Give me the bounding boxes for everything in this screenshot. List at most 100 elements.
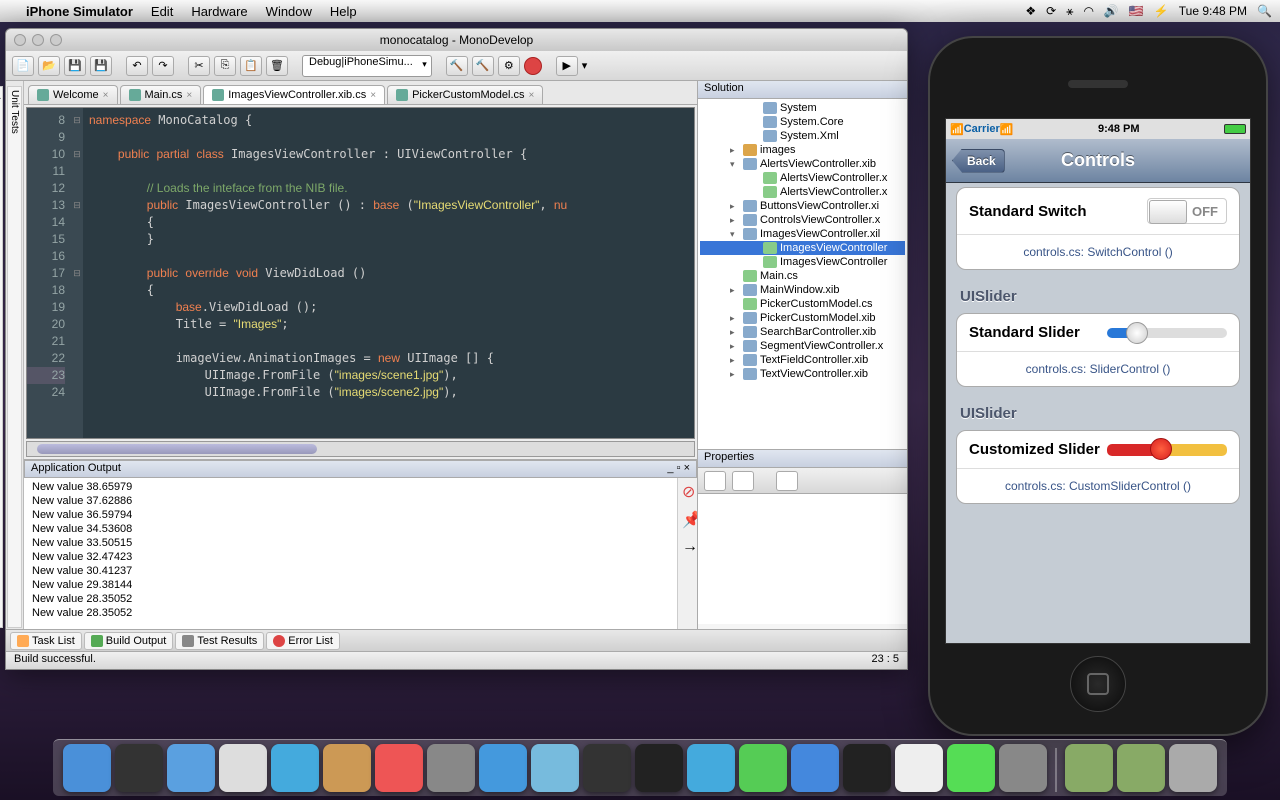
window-titlebar[interactable]: monocatalog - MonoDevelop (6, 29, 907, 51)
tree-item[interactable]: ImagesViewController (700, 241, 905, 255)
save-button[interactable]: 💾 (64, 56, 86, 76)
close-button[interactable] (14, 34, 26, 46)
editor-tab[interactable]: Welcome× (28, 85, 118, 104)
dock-app-frontrow[interactable] (635, 744, 683, 792)
expand-icon[interactable]: ▸ (730, 327, 740, 338)
dock-app-xcode[interactable] (687, 744, 735, 792)
expand-icon[interactable]: ▸ (730, 201, 740, 212)
volume-icon[interactable]: 🔊 (1104, 4, 1119, 18)
dock-app-timemachine[interactable] (739, 744, 787, 792)
output-arrow-icon[interactable]: → (678, 534, 697, 560)
slider-control[interactable] (1107, 328, 1227, 338)
custom-slider-control[interactable] (1107, 444, 1227, 456)
time-machine-icon[interactable]: ⟳ (1046, 4, 1056, 18)
slider-thumb[interactable] (1126, 322, 1148, 344)
run-button[interactable]: ⚙ (498, 56, 520, 76)
dock-app-mail[interactable] (167, 744, 215, 792)
editor-tab[interactable]: PickerCustomModel.cs× (387, 85, 543, 104)
test-results-tab[interactable]: Test Results (175, 632, 264, 650)
tree-item[interactable]: ▸TextViewController.xib (700, 367, 905, 381)
expand-icon[interactable]: ▸ (730, 215, 740, 226)
tree-item[interactable]: System.Xml (700, 129, 905, 143)
dock-app-addressbook[interactable] (323, 744, 371, 792)
code-content[interactable]: namespace MonoCatalog { public partial c… (83, 108, 694, 438)
home-button[interactable] (1070, 656, 1126, 712)
expand-icon[interactable]: ▸ (730, 285, 740, 296)
dock-app-itunes[interactable] (479, 744, 527, 792)
tree-item[interactable]: ▸PickerCustomModel.xib (700, 311, 905, 325)
menu-window[interactable]: Window (266, 4, 312, 19)
dock-app-safari[interactable] (219, 744, 267, 792)
expand-icon[interactable]: ▸ (730, 313, 740, 324)
dock-app-dashboard[interactable] (115, 744, 163, 792)
ios-table-view[interactable]: Standard SwitchOFFcontrols.cs: SwitchCon… (946, 183, 1250, 643)
save-all-button[interactable]: 💾 (90, 56, 112, 76)
tree-item[interactable]: ▸TextFieldController.xib (700, 353, 905, 367)
menu-help[interactable]: Help (330, 4, 357, 19)
prop-categorized-button[interactable] (704, 471, 726, 491)
tree-item[interactable]: ▸SearchBarController.xib (700, 325, 905, 339)
close-tab-icon[interactable]: × (370, 90, 376, 101)
unit-tests-tab[interactable]: Unit Tests (7, 86, 22, 628)
menu-edit[interactable]: Edit (151, 4, 173, 19)
prop-events-button[interactable] (776, 471, 798, 491)
copy-button[interactable]: ⎘ (214, 56, 236, 76)
build-button[interactable]: 🔨 (446, 56, 468, 76)
output-minimize-icon[interactable]: _ (667, 462, 673, 476)
tree-item[interactable]: ▸MainWindow.xib (700, 283, 905, 297)
task-list-tab[interactable]: Task List (10, 632, 82, 650)
slider-thumb[interactable] (1150, 438, 1172, 460)
dock-downloads[interactable] (1117, 744, 1165, 792)
dock-app-photobooth[interactable] (583, 744, 631, 792)
open-button[interactable]: 📂 (38, 56, 60, 76)
debug-button[interactable]: ▶ (556, 56, 578, 76)
dock-app-xcode2[interactable] (791, 744, 839, 792)
editor-h-scrollbar[interactable] (26, 441, 695, 457)
expand-icon[interactable]: ▸ (730, 145, 740, 156)
dock-folder[interactable] (1065, 744, 1113, 792)
output-pin-icon[interactable]: 📌 (678, 506, 697, 534)
solution-tree[interactable]: SystemSystem.CoreSystem.Xml▸images▾Alert… (698, 99, 907, 449)
menu-hardware[interactable]: Hardware (191, 4, 247, 19)
dock-trash[interactable] (1169, 744, 1217, 792)
tree-item[interactable]: AlertsViewController.x (700, 171, 905, 185)
dock-app-preview[interactable] (427, 744, 475, 792)
output-dock-icon[interactable]: ▫ (677, 462, 681, 476)
close-tab-icon[interactable]: × (103, 90, 109, 101)
expand-icon[interactable]: ▾ (730, 229, 740, 240)
expand-icon[interactable]: ▸ (730, 341, 740, 352)
switch-control[interactable]: OFF (1147, 198, 1227, 224)
tree-item[interactable]: ImagesViewController (700, 255, 905, 269)
stop-button[interactable] (524, 57, 542, 75)
dock-app-settings[interactable] (999, 744, 1047, 792)
dock-app-textedit[interactable] (895, 744, 943, 792)
dock-app-movie[interactable] (531, 744, 579, 792)
fold-gutter[interactable]: ⊟ ⊟ ⊟ ⊟ (71, 108, 83, 438)
tree-item[interactable]: ▸SegmentViewController.x (700, 339, 905, 353)
app-name[interactable]: iPhone Simulator (26, 4, 133, 19)
tree-item[interactable]: ▸ButtonsViewController.xi (700, 199, 905, 213)
properties-grid[interactable] (698, 494, 907, 624)
tree-item[interactable]: ▾AlertsViewController.xib (700, 157, 905, 171)
dock-app-finder[interactable] (63, 744, 111, 792)
tree-item[interactable]: AlertsViewController.x (700, 185, 905, 199)
dock-app-ical[interactable] (375, 744, 423, 792)
tree-item[interactable]: PickerCustomModel.cs (700, 297, 905, 311)
redo-button[interactable]: ↷ (152, 56, 174, 76)
new-file-button[interactable]: 📄 (12, 56, 34, 76)
expand-icon[interactable]: ▾ (730, 159, 740, 170)
dock-app-ichat[interactable] (271, 744, 319, 792)
code-editor[interactable]: 89101112131415161718192021222324 ⊟ ⊟ ⊟ ⊟… (26, 107, 695, 439)
tree-item[interactable]: Main.cs (700, 269, 905, 283)
dock-app-terminal[interactable] (843, 744, 891, 792)
rebuild-button[interactable]: 🔨 (472, 56, 494, 76)
battery-icon[interactable]: ⚡ (1154, 4, 1169, 18)
expand-icon[interactable]: ▸ (730, 355, 740, 366)
zoom-button[interactable] (50, 34, 62, 46)
tree-item[interactable]: System.Core (700, 115, 905, 129)
editor-tab[interactable]: Main.cs× (120, 85, 202, 104)
wifi-icon[interactable]: ◠ (1083, 4, 1093, 18)
close-tab-icon[interactable]: × (186, 90, 192, 101)
tree-item[interactable]: ▸images (700, 143, 905, 157)
spotlight-icon[interactable]: 🔍 (1257, 4, 1272, 18)
